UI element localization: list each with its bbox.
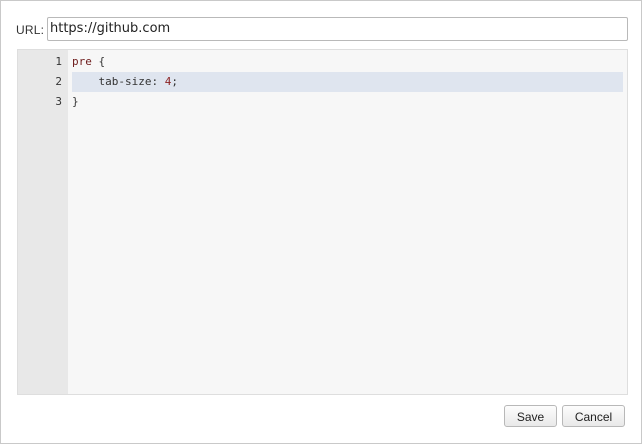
code-token-property: tab-size:: [72, 75, 165, 88]
line-number: 3: [55, 95, 62, 108]
code-editor[interactable]: 1 2 3 pre { tab-size: 4; }: [17, 49, 628, 395]
code-token-selector: pre: [72, 55, 92, 68]
url-input[interactable]: [47, 17, 628, 41]
code-line[interactable]: pre {: [72, 52, 623, 72]
url-label: URL:: [16, 23, 45, 37]
cancel-button[interactable]: Cancel: [562, 405, 625, 427]
line-number-gutter: 1 2 3: [18, 50, 68, 394]
code-token-punctuation: ;: [171, 75, 178, 88]
code-token-punctuation: }: [72, 95, 79, 108]
line-number: 2: [55, 75, 62, 88]
dialog: URL: 1 2 3 pre { tab-size: 4; } Save Can…: [0, 0, 642, 444]
line-number: 1: [55, 55, 62, 68]
code-line[interactable]: }: [72, 92, 623, 112]
url-row: URL:: [1, 17, 641, 43]
code-line-active[interactable]: tab-size: 4;: [72, 72, 623, 92]
save-button[interactable]: Save: [504, 405, 557, 427]
code-token-punctuation: {: [91, 55, 106, 68]
